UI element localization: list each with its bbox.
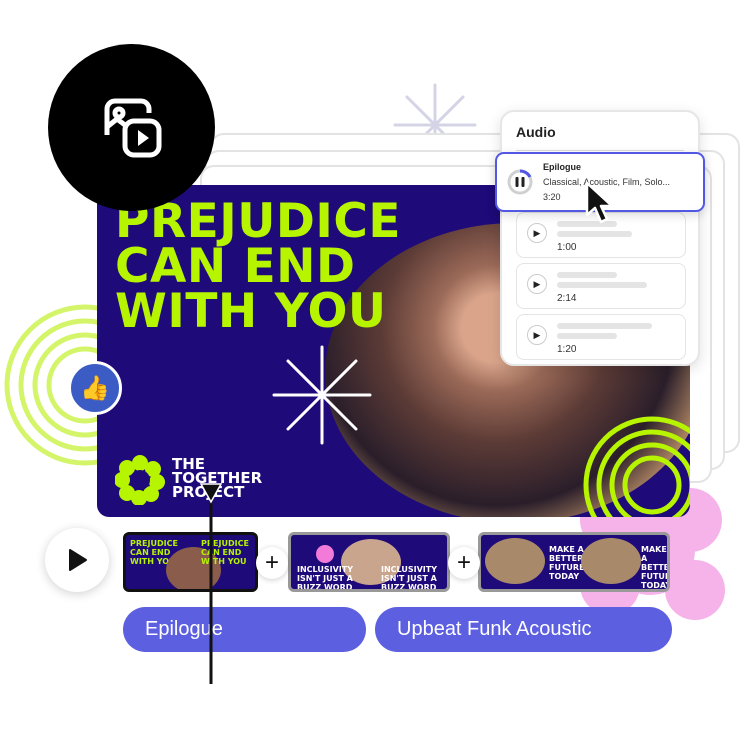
lime-arcs <box>583 416 690 517</box>
pause-icon[interactable] <box>507 169 533 195</box>
track-duration: 1:00 <box>557 242 577 253</box>
clip-text: MAKE A BETTER FUTURE TODAY <box>641 545 670 590</box>
audio-panel: Audio ▶ 1:00 ▶ 2:14 ▶ 1:20 <box>500 110 700 366</box>
plus-icon: + <box>456 549 471 576</box>
add-transition-button[interactable]: + <box>256 547 288 579</box>
play-button[interactable] <box>45 528 109 592</box>
audio-track-pill[interactable]: Upbeat Funk Acoustic <box>375 607 672 652</box>
plus-icon: + <box>264 549 279 576</box>
white-sparkle-icon <box>272 345 372 445</box>
play-icon[interactable]: ▶ <box>527 223 547 243</box>
pink-flower <box>316 545 334 563</box>
timeline-clip[interactable]: MAKE A BETTER FUTURE TODAY MAKE A BETTER… <box>478 532 670 592</box>
divider <box>516 150 684 151</box>
thumbs-up-icon: 👍 <box>68 361 122 415</box>
audio-track-label: Upbeat Funk Acoustic <box>397 618 592 640</box>
play-icon[interactable]: ▶ <box>527 274 547 294</box>
audio-track[interactable]: ▶ 2:14 <box>516 263 686 309</box>
add-transition-button[interactable]: + <box>448 547 480 579</box>
audio-track[interactable]: ▶ 1:20 <box>516 314 686 360</box>
audio-track-pill[interactable]: Epilogue <box>123 607 366 652</box>
timeline-clip[interactable]: PREJUDICE CAN END WITH YOU PREJUDICE CAN… <box>123 532 258 592</box>
play-icon[interactable]: ▶ <box>527 325 547 345</box>
headline-line: CAN END <box>115 239 356 294</box>
placeholder-bar <box>557 231 632 237</box>
cursor-arrow-icon <box>585 181 614 224</box>
photo-video-icon <box>104 98 161 157</box>
playhead[interactable] <box>196 480 226 686</box>
clip-photo <box>581 538 641 584</box>
play-icon <box>69 549 87 571</box>
headline: PREJUDICE CAN END WITH YOU <box>115 198 401 339</box>
headline-line: WITH YOU <box>115 284 387 339</box>
placeholder-bar <box>557 282 647 288</box>
track-duration: 3:20 <box>543 192 561 202</box>
together-logo-icon <box>115 455 165 505</box>
clip-text: INCLUSIVITY ISN'T JUST A BUZZ WORD <box>297 565 354 592</box>
placeholder-bar <box>557 323 652 329</box>
clip-text: INCLUSIVITY ISN'T JUST A BUZZ WORD <box>381 565 438 592</box>
feature-badge <box>48 44 215 211</box>
clip-photo <box>485 538 545 584</box>
track-duration: 2:14 <box>557 293 577 304</box>
track-name: Epilogue <box>543 162 581 172</box>
placeholder-bar <box>557 333 617 339</box>
audio-panel-title: Audio <box>516 124 556 140</box>
timeline-clip[interactable]: INCLUSIVITY ISN'T JUST A BUZZ WORD INCLU… <box>288 532 450 592</box>
placeholder-bar <box>557 272 617 278</box>
track-duration: 1:20 <box>557 344 577 355</box>
